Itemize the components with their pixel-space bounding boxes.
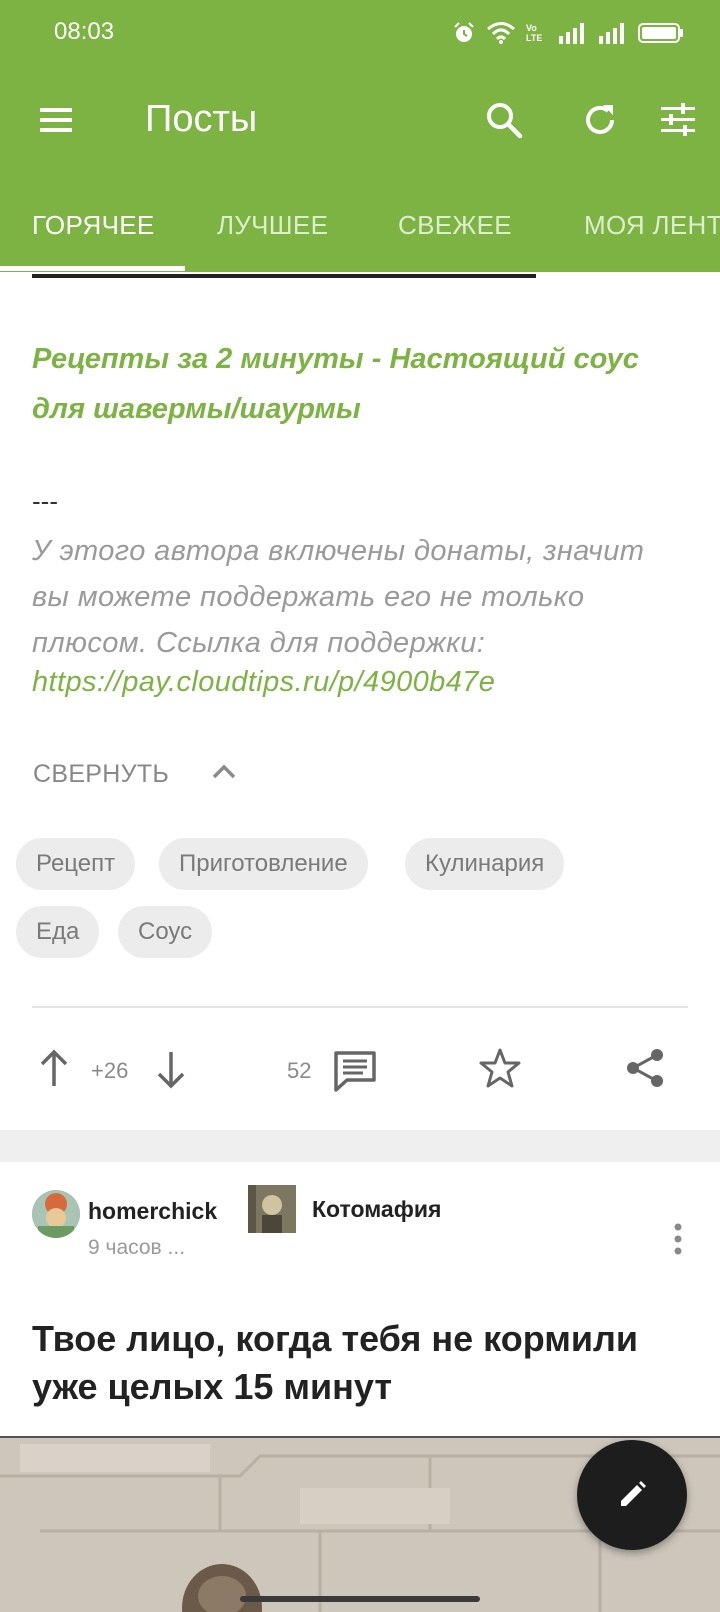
alarm-icon xyxy=(454,22,474,42)
refresh-button[interactable] xyxy=(578,98,622,142)
tab-fresh[interactable]: СВЕЖЕЕ xyxy=(398,210,512,241)
tag-chip[interactable]: Еда xyxy=(16,906,100,958)
tab-indicator xyxy=(0,266,185,271)
tab-hot[interactable]: ГОРЯЧЕЕ xyxy=(32,210,155,241)
separator-text: --- xyxy=(32,486,58,516)
tab-best[interactable]: ЛУЧШЕЕ xyxy=(217,210,328,241)
donate-link[interactable]: https://pay.cloudtips.ru/p/4900b47e xyxy=(32,666,495,699)
comments-count[interactable]: 52 xyxy=(287,1058,311,1084)
tag-chip[interactable]: Приготовление xyxy=(159,838,368,890)
home-indicator[interactable] xyxy=(240,1596,480,1602)
donate-text: У этого автора включены донаты, значит в… xyxy=(32,535,645,659)
more-icon[interactable] xyxy=(670,1222,686,1256)
page-title: Посты xyxy=(145,98,258,140)
chevron-up-icon[interactable] xyxy=(210,758,238,786)
post-time: 9 часов ... xyxy=(88,1236,186,1259)
community-name[interactable]: Котомафия xyxy=(312,1196,441,1223)
filter-button[interactable] xyxy=(656,98,700,142)
signal-icon xyxy=(559,23,584,44)
search-button[interactable] xyxy=(482,98,526,142)
tag-chip[interactable]: Рецепт xyxy=(16,838,136,890)
tab-bar: ГОРЯЧЕЕ ЛУЧШЕЕ СВЕЖЕЕ МОЯ ЛЕНТА xyxy=(0,196,720,272)
status-time: 08:03 xyxy=(54,18,115,45)
video-embed-edge xyxy=(32,274,536,278)
tag-chip[interactable]: Кулинария xyxy=(405,838,565,890)
create-post-button[interactable] xyxy=(577,1440,687,1550)
volte-icon: Vo LTE xyxy=(526,23,543,43)
downvote-icon[interactable] xyxy=(155,1050,187,1090)
rating-count: +26 xyxy=(91,1058,129,1083)
filter-icon xyxy=(661,103,695,136)
divider xyxy=(32,1006,688,1008)
edit-icon xyxy=(621,1481,646,1506)
author-name[interactable]: homerchick xyxy=(88,1198,217,1225)
wifi-icon xyxy=(487,22,515,44)
star-icon[interactable] xyxy=(478,1046,522,1090)
avatar[interactable] xyxy=(32,1190,80,1238)
battery-icon xyxy=(638,23,683,43)
post-title[interactable]: Твое лицо, когда тебя не кормили уже цел… xyxy=(32,1315,692,1411)
upvote-icon[interactable] xyxy=(38,1048,70,1088)
signal-icon-2 xyxy=(599,23,624,44)
tag-chip[interactable]: Соус xyxy=(118,906,213,958)
status-icons: Vo LTE xyxy=(452,16,684,50)
comment-icon[interactable] xyxy=(333,1050,377,1092)
share-icon[interactable] xyxy=(624,1047,666,1089)
collapse-button[interactable]: СВЕРНУТЬ xyxy=(33,760,169,789)
tab-my-feed[interactable]: МОЯ ЛЕНТА xyxy=(584,210,720,241)
community-avatar[interactable] xyxy=(248,1185,296,1233)
feed-gap xyxy=(0,1130,720,1162)
refresh-icon xyxy=(586,105,614,134)
recipe-link[interactable]: Рецепты за 2 минуты - Настоящий соус для… xyxy=(32,334,652,434)
search-icon xyxy=(487,103,523,139)
menu-icon xyxy=(40,108,72,132)
menu-button[interactable] xyxy=(36,100,76,140)
